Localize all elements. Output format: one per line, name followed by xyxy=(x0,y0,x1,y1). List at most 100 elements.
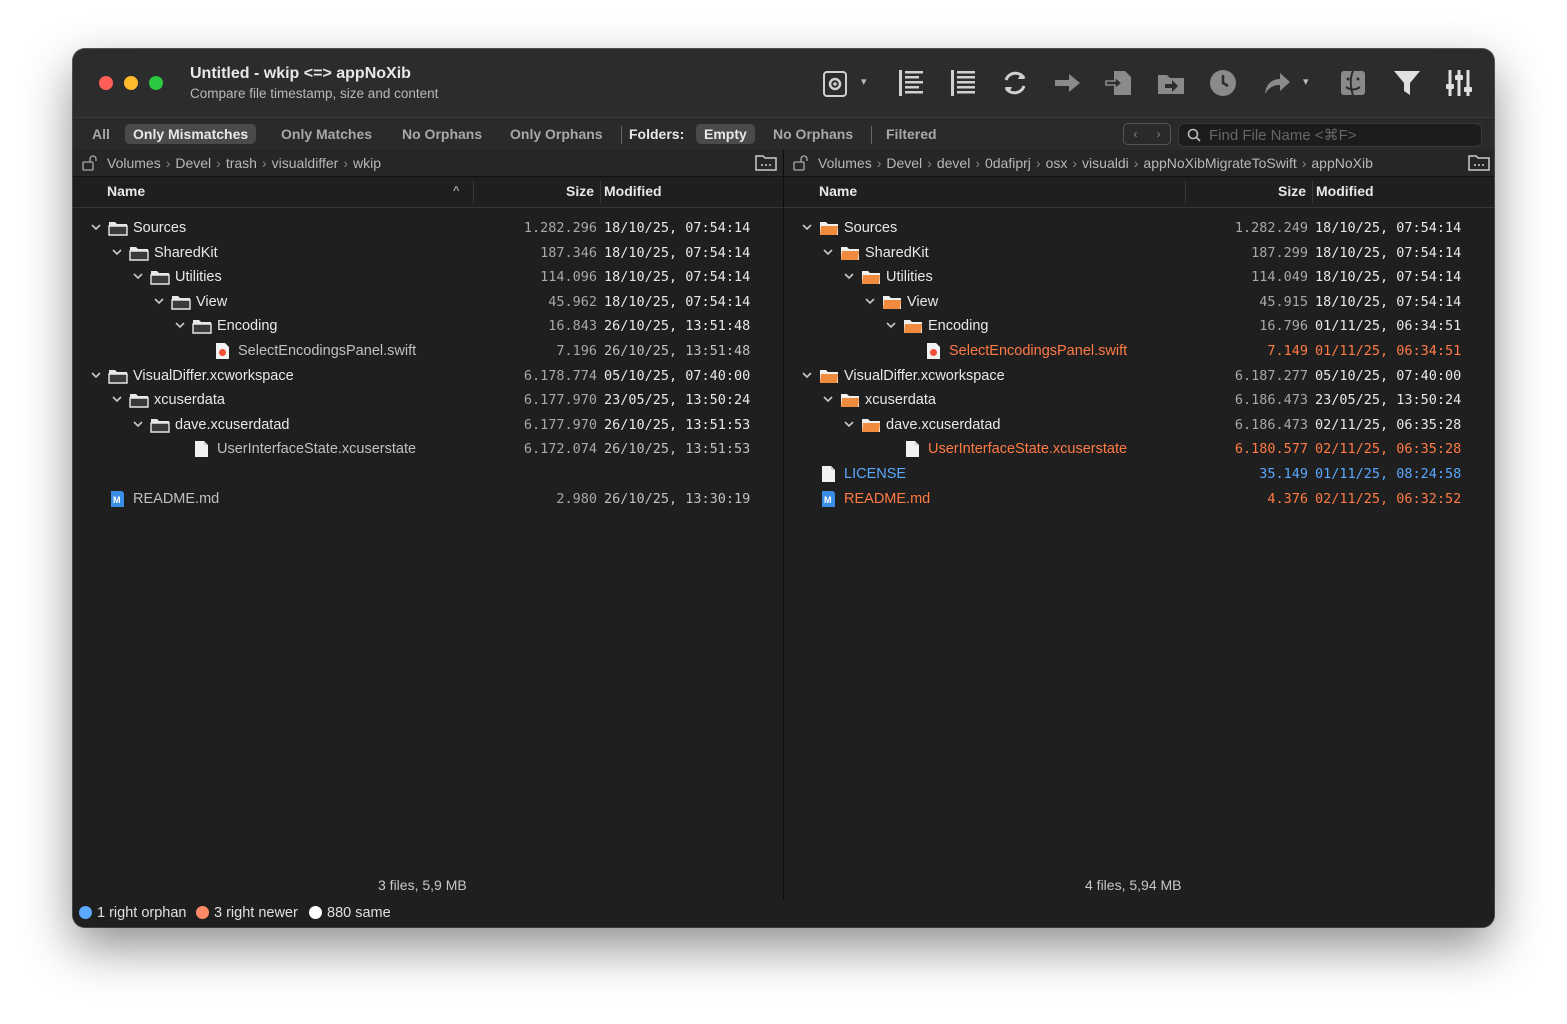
filter-only-matches[interactable]: Only Matches xyxy=(273,124,380,144)
file-row[interactable]: SharedKit 187.346 18/10/25, 07:54:14 xyxy=(73,242,783,266)
file-name: SelectEncodingsPanel.swift xyxy=(238,343,417,359)
copy-to-icon[interactable] xyxy=(1101,65,1137,101)
disclosure-chevron-icon[interactable] xyxy=(842,269,856,283)
file-row[interactable]: View 45.915 18/10/25, 07:54:14 xyxy=(784,291,1494,315)
disclosure-chevron-icon[interactable] xyxy=(89,368,103,382)
file-row[interactable]: xcuserdata 6.177.970 23/05/25, 13:50:24 xyxy=(73,389,783,413)
share-arrow-icon[interactable] xyxy=(1259,65,1295,101)
filter-funnel-icon[interactable] xyxy=(1389,65,1425,101)
breadcrumb-segment[interactable]: osx xyxy=(1046,155,1068,171)
file-row[interactable]: Sources 1.282.249 18/10/25, 07:54:14 xyxy=(784,217,1494,241)
open-folder-icon[interactable] xyxy=(1468,153,1490,171)
file-row[interactable]: SelectEncodingsPanel.swift 7.149 01/11/25,… xyxy=(784,340,1494,364)
file-size: 4.376 xyxy=(1267,490,1308,507)
name-column-header[interactable]: Name xyxy=(819,183,857,199)
clock-icon[interactable] xyxy=(1205,65,1241,101)
breadcrumb-segment[interactable]: appNoXibMigrateToSwift xyxy=(1143,155,1296,171)
file-row[interactable]: dave.xcuserdatad 6.186.473 02/11/25, 06:35… xyxy=(784,414,1494,438)
breadcrumb-segment[interactable]: visualdi xyxy=(1082,155,1129,171)
file-size: 7.149 xyxy=(1267,343,1308,359)
file-row[interactable]: SharedKit 187.299 18/10/25, 07:54:14 xyxy=(784,242,1494,266)
disclosure-chevron-icon[interactable] xyxy=(800,368,814,382)
breadcrumb-segment[interactable]: Volumes xyxy=(818,155,872,171)
breadcrumb-segment[interactable]: Devel xyxy=(175,155,211,171)
file-row[interactable]: dave.xcuserdatad 6.177.970 26/10/25, 13:51… xyxy=(73,414,783,438)
chevron-left-icon[interactable]: ‹ xyxy=(1124,124,1147,144)
file-size: 187.346 xyxy=(540,244,597,261)
search-input[interactable]: Find File Name <⌘F> xyxy=(1178,123,1482,147)
breadcrumb-segment[interactable]: Volumes xyxy=(107,155,161,171)
breadcrumb-segment[interactable]: wkip xyxy=(353,155,381,171)
disclosure-chevron-icon[interactable] xyxy=(842,417,856,431)
share-menu-caret-icon[interactable]: ▾ xyxy=(1303,75,1309,88)
disclosure-chevron-icon[interactable] xyxy=(821,245,835,259)
zoom-window-button[interactable] xyxy=(149,76,163,90)
folders-filter-no-orphans[interactable]: No Orphans xyxy=(765,124,861,144)
pane-divider[interactable] xyxy=(783,150,784,900)
refresh-icon[interactable] xyxy=(997,65,1033,101)
file-row[interactable]: UserInterfaceState.xcuserstate 6.172.074 2… xyxy=(73,438,783,462)
breadcrumb-segment[interactable]: visualdiffer xyxy=(272,155,339,171)
breadcrumb-segment[interactable]: Devel xyxy=(886,155,922,171)
file-row[interactable]: UserInterfaceState.xcuserstate 6.180.577 0… xyxy=(784,438,1494,462)
breadcrumb-segment[interactable]: devel xyxy=(937,155,970,171)
unlock-icon[interactable] xyxy=(792,154,810,172)
modified-column-header[interactable]: Modified xyxy=(1316,183,1374,199)
file-row[interactable]: M README.md 4.376 02/11/25, 06:32:52 xyxy=(784,488,1494,512)
minimize-window-button[interactable] xyxy=(124,76,138,90)
file-row[interactable]: SelectEncodingsPanel.swift 7.196 26/10/25,… xyxy=(73,340,783,364)
file-row[interactable]: VisualDiffer.xcworkspace 6.187.277 05/10/2… xyxy=(784,365,1494,389)
disclosure-chevron-icon[interactable] xyxy=(89,220,103,234)
file-row[interactable]: View 45.962 18/10/25, 07:54:14 xyxy=(73,291,783,315)
close-window-button[interactable] xyxy=(99,76,113,90)
folders-filter-empty[interactable]: Empty xyxy=(696,124,755,144)
size-column-header[interactable]: Size xyxy=(566,183,594,199)
file-row[interactable]: M README.md 2.980 26/10/25, 13:30:19 xyxy=(73,488,783,512)
file-row[interactable]: Encoding 16.796 01/11/25, 06:34:51 xyxy=(784,315,1494,339)
disclosure-chevron-icon[interactable] xyxy=(863,294,877,308)
filter-filtered[interactable]: Filtered xyxy=(878,124,945,144)
disclosure-chevron-icon[interactable] xyxy=(110,245,124,259)
open-folder-icon[interactable] xyxy=(755,153,777,171)
disclosure-chevron-icon[interactable] xyxy=(152,294,166,308)
filter-only-mismatches[interactable]: Only Mismatches xyxy=(125,124,257,144)
size-column-header[interactable]: Size xyxy=(1278,183,1306,199)
modified-column-header[interactable]: Modified xyxy=(604,183,662,199)
breadcrumb-segment[interactable]: trash xyxy=(226,155,257,171)
finder-icon[interactable] xyxy=(1335,65,1371,101)
align-left-icon[interactable] xyxy=(893,65,929,101)
settings-menu-caret-icon[interactable]: ▾ xyxy=(861,75,867,88)
name-column-header[interactable]: Name xyxy=(107,183,145,199)
settings-gear-icon[interactable] xyxy=(817,65,853,101)
sliders-icon[interactable] xyxy=(1441,65,1477,101)
unlock-icon[interactable] xyxy=(81,154,99,172)
disclosure-chevron-icon[interactable] xyxy=(173,318,187,332)
file-row[interactable]: VisualDiffer.xcworkspace 6.178.774 05/10/2… xyxy=(73,365,783,389)
arrow-right-icon[interactable] xyxy=(1049,65,1085,101)
breadcrumb-segment[interactable]: 0dafiprj xyxy=(985,155,1031,171)
disclosure-chevron-icon[interactable] xyxy=(821,392,835,406)
align-right-icon[interactable] xyxy=(945,65,981,101)
file-row[interactable]: Utilities 114.049 18/10/25, 07:54:14 xyxy=(784,266,1494,290)
file-row[interactable]: Encoding 16.843 26/10/25, 13:51:48 xyxy=(73,315,783,339)
disclosure-chevron-icon[interactable] xyxy=(110,392,124,406)
filter-no-orphans[interactable]: No Orphans xyxy=(394,124,490,144)
filter-only-orphans[interactable]: Only Orphans xyxy=(502,124,611,144)
filter-all[interactable]: All xyxy=(84,124,118,144)
left-breadcrumb[interactable]: Volumes › Devel › trash › visualdiffer › wkip xyxy=(107,155,381,171)
disclosure-chevron-icon[interactable] xyxy=(131,417,145,431)
file-row[interactable]: Sources 1.282.296 18/10/25, 07:54:14 xyxy=(73,217,783,241)
file-row[interactable]: LICENSE 35.149 01/11/25, 08:24:58 xyxy=(784,463,1494,487)
move-folder-icon[interactable] xyxy=(1153,65,1189,101)
right-breadcrumb[interactable]: Volumes › Devel › devel › 0dafiprj › osx › visuald… xyxy=(818,155,1373,171)
file-modified: 23/05/25, 13:50:24 xyxy=(1315,392,1462,409)
disclosure-chevron-icon[interactable] xyxy=(884,318,898,332)
file-row[interactable]: xcuserdata 6.186.473 23/05/25, 13:50:24 xyxy=(784,389,1494,413)
disclosure-chevron-icon[interactable] xyxy=(131,269,145,283)
chevron-right-icon[interactable]: › xyxy=(1147,124,1170,144)
breadcrumb-segment[interactable]: appNoXib xyxy=(1311,155,1373,171)
disclosure-chevron-icon[interactable] xyxy=(800,220,814,234)
sort-ascending-icon[interactable]: ^ xyxy=(453,185,459,197)
file-row[interactable]: Utilities 114.096 18/10/25, 07:54:14 xyxy=(73,266,783,290)
file-row[interactable] xyxy=(73,463,783,487)
